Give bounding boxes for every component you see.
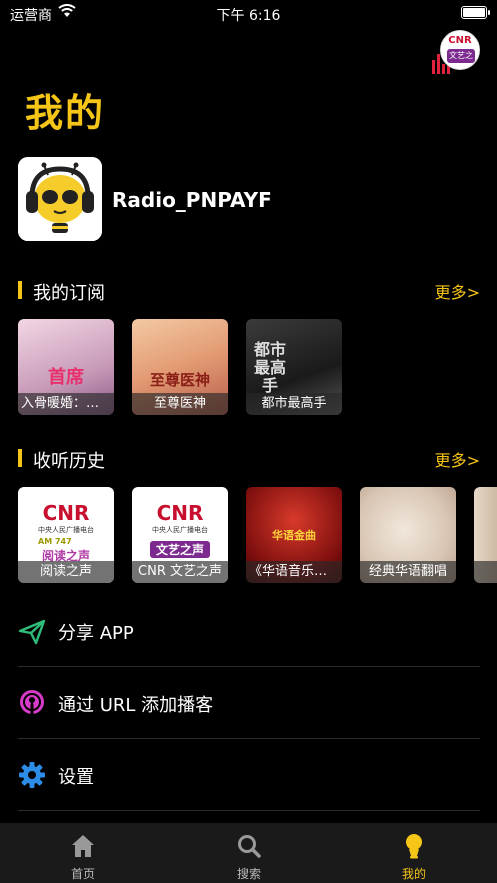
settings-label: 设置 — [58, 767, 94, 788]
section-accent-bar — [18, 449, 22, 467]
tab-home-label: 首页 — [70, 867, 95, 881]
history-more-link[interactable]: 更多> — [435, 447, 480, 471]
history-card[interactable]: 经典华语翻唱 — [360, 487, 456, 583]
search-icon — [238, 835, 261, 858]
username: Radio_PNPAYF — [112, 188, 272, 212]
tab-bar: 首页 搜索 我的 — [0, 823, 497, 883]
settings-item[interactable]: 设置 — [18, 739, 480, 811]
subscription-card-label: 都市最高手 — [246, 393, 342, 415]
history-card[interactable]: 华语金曲 《华语音乐排… — [246, 487, 342, 583]
history-card-label: 《华语音乐排… — [246, 561, 342, 583]
subscription-card[interactable]: 首席 入骨暖婚：首… — [18, 319, 114, 415]
tab-search[interactable]: 搜索 — [166, 823, 332, 883]
tab-search-label: 搜索 — [236, 867, 261, 881]
subscriptions-row: 首席 入骨暖婚：首… 至尊医神 至尊医神 都市最高手 都市最高手 — [18, 319, 497, 415]
gear-icon — [19, 762, 45, 788]
add-podcast-url-label: 通过 URL 添加播客 — [58, 695, 214, 716]
podcast-icon — [20, 690, 44, 715]
battery-icon — [461, 6, 490, 19]
share-icon — [18, 619, 46, 645]
tab-profile-label: 我的 — [401, 867, 426, 881]
subscriptions-title: 我的订阅 — [33, 283, 105, 304]
history-card-label: CNR 文艺之声 — [132, 561, 228, 583]
section-accent-bar — [18, 281, 22, 299]
subscription-card[interactable]: 都市最高手 都市最高手 — [246, 319, 342, 415]
status-bar: 运营商 下午 6:16 — [0, 0, 497, 26]
share-app-label: 分享 APP — [58, 623, 134, 644]
avatar[interactable] — [18, 157, 102, 241]
subscription-card-label: 至尊医神 — [132, 393, 228, 415]
history-card[interactable]: CNR 中央人民广播电台 文艺之声 CNR 文艺之声 — [132, 487, 228, 583]
home-icon — [72, 835, 94, 857]
history-card-label: 经典华语翻唱 — [360, 561, 456, 583]
history-header: 收听历史 更多> — [18, 447, 480, 472]
history-card-label: 阅读之声 — [18, 561, 114, 583]
now-playing-artwork: CNR 文艺之声 — [440, 30, 480, 70]
profile-icon — [406, 834, 422, 859]
subscription-card[interactable]: 至尊医神 至尊医神 — [132, 319, 228, 415]
subscriptions-more-link[interactable]: 更多> — [435, 279, 480, 303]
subscriptions-header: 我的订阅 更多> — [18, 279, 480, 304]
tab-home[interactable]: 首页 — [0, 823, 166, 883]
bee-avatar-icon — [18, 157, 102, 241]
tab-profile[interactable]: 我的 — [331, 823, 497, 883]
history-title: 收听历史 — [33, 451, 105, 472]
history-row: CNR 中央人民广播电台 AM 747 阅读之声 阅读之声 CNR 中央人民广播… — [18, 487, 497, 583]
history-card-partial[interactable] — [474, 487, 497, 583]
clock: 下午 6:16 — [216, 8, 281, 24]
add-podcast-url-item[interactable]: 通过 URL 添加播客 — [18, 667, 480, 739]
history-card[interactable]: CNR 中央人民广播电台 AM 747 阅读之声 阅读之声 — [18, 487, 114, 583]
page-title: 我的 — [25, 91, 106, 135]
now-playing-button[interactable]: CNR 文艺之声 — [432, 30, 480, 76]
share-app-item[interactable]: 分享 APP — [18, 595, 480, 667]
subscription-card-label: 入骨暖婚：首… — [18, 393, 114, 415]
